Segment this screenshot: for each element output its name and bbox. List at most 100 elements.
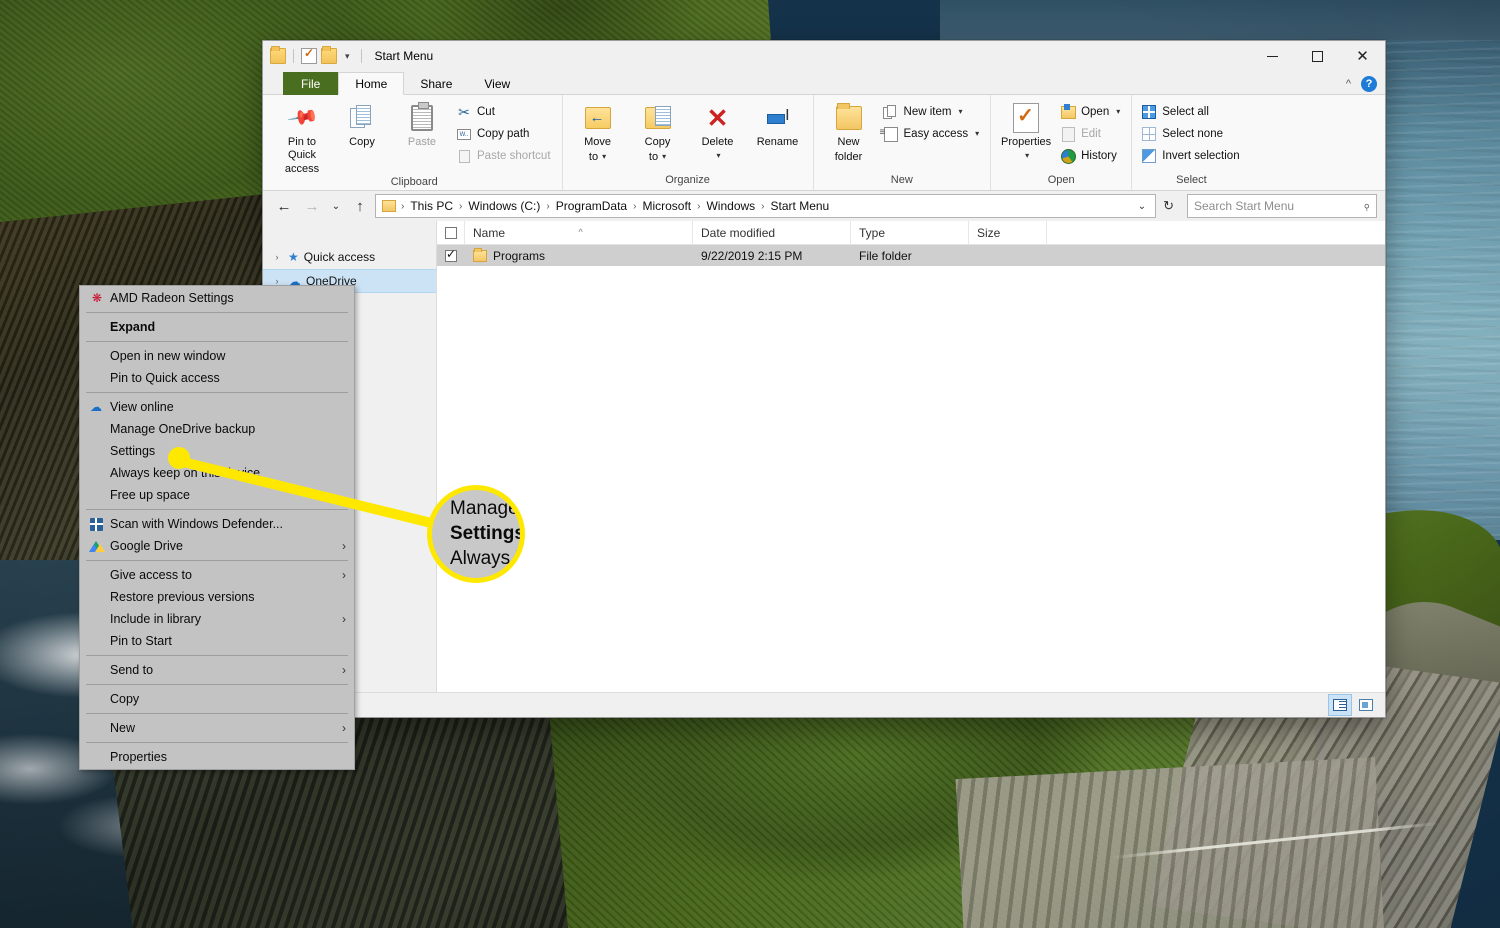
details-view-button[interactable] [1328,694,1352,716]
column-header-type[interactable]: Type [851,220,969,245]
tab-share[interactable]: Share [404,72,468,95]
chevron-right-icon[interactable]: › [271,252,283,262]
collapse-ribbon-icon[interactable]: ^ [1346,78,1351,90]
context-menu-item-new[interactable]: New › [80,717,354,739]
breadcrumb[interactable]: › This PC › Windows (C:) › ProgramData ›… [375,194,1157,218]
select-all-button[interactable]: Select all [1138,102,1244,122]
properties-label: Properties [1001,136,1052,148]
edit-button[interactable]: Edit [1057,124,1125,144]
breadcrumb-item-windows[interactable]: Windows [701,196,760,216]
context-menu-item-settings[interactable]: Settings [80,440,354,462]
chevron-down-icon[interactable]: ▾ [958,107,962,117]
pin-to-quick-access-button[interactable]: 📌 Pin to Quick access [273,98,331,176]
sidebar-item-quick-access[interactable]: › ★ Quick access [263,245,436,269]
move-to-button[interactable]: Move to ▾ [569,98,627,163]
new-item-button[interactable]: New item ▾ [880,102,985,122]
folder-icon[interactable] [270,46,286,64]
tab-file[interactable]: File [283,72,339,95]
tab-view[interactable]: View [468,72,526,95]
table-row[interactable]: Programs 9/22/2019 2:15 PM File folder [437,245,1385,266]
column-header-name[interactable]: Name ^ [465,220,693,245]
select-none-label: Select none [1162,127,1223,140]
ribbon-group-new: New folder New item ▾ Easy access ▾ [814,95,992,190]
properties-button[interactable]: Properties ▾ [997,98,1055,160]
context-menu-item-pin-to-quick-access[interactable]: Pin to Quick access [80,367,354,389]
context-menu-item-send-to[interactable]: Send to › [80,659,354,681]
context-menu-item-scan-with-windows-defender[interactable]: Scan with Windows Defender... [80,513,354,535]
google-drive-icon [86,540,106,552]
divider [293,49,294,63]
large-icons-view-button[interactable] [1355,695,1377,715]
paste-button[interactable]: Paste [393,98,451,149]
context-menu-item-amd-radeon-settings[interactable]: ❋ AMD Radeon Settings [80,287,354,309]
chevron-down-icon[interactable]: ▾ [1116,107,1120,117]
context-menu-item-properties[interactable]: Properties [80,746,354,768]
menu-item-label: Open in new window [110,349,226,363]
select-none-button[interactable]: Select none [1138,124,1244,144]
row-checkbox[interactable] [437,244,465,268]
help-icon[interactable]: ? [1361,76,1377,92]
context-menu-item-give-access-to[interactable]: Give access to › [80,564,354,586]
invert-selection-label: Invert selection [1162,149,1240,162]
history-button[interactable]: History [1057,146,1125,166]
chevron-down-icon[interactable]: ⌄ [1132,201,1152,212]
maximize-button[interactable] [1295,41,1340,71]
chevron-down-icon[interactable]: ▾ [975,129,979,139]
minimize-button[interactable] [1250,41,1295,71]
context-menu-item-view-online[interactable]: ☁ View online [80,396,354,418]
chevron-down-icon[interactable]: ▾ [1025,151,1029,160]
breadcrumb-item-start-menu[interactable]: Start Menu [766,196,835,216]
delete-button[interactable]: ✕ Delete ▾ [689,98,747,160]
new-folder-icon[interactable] [321,46,337,64]
column-header-date-modified[interactable]: Date modified [693,220,851,245]
chevron-down-icon[interactable]: ▾ [602,152,606,161]
rename-button[interactable]: Rename [749,98,807,149]
maximize-icon [1312,50,1323,62]
new-folder-button[interactable]: New folder [820,98,878,163]
delete-x-icon: ✕ [706,103,729,133]
breadcrumb-item-programdata[interactable]: ProgramData [551,196,632,216]
easy-access-button[interactable]: Easy access ▾ [880,124,985,144]
breadcrumb-item-microsoft[interactable]: Microsoft [637,196,696,216]
context-menu-item-open-in-new-window[interactable]: Open in new window [80,345,354,367]
context-menu-item-expand[interactable]: Expand [80,316,354,338]
tab-home[interactable]: Home [338,72,405,95]
menu-item-label: Always keep on this device [110,466,261,480]
cut-button[interactable]: ✂ Cut [453,102,556,122]
context-menu-item-restore-previous-versions[interactable]: Restore previous versions [80,586,354,608]
copy-button[interactable]: Copy [333,98,391,149]
context-menu-item-copy[interactable]: Copy [80,688,354,710]
recent-locations-button[interactable]: ⌄ [327,194,345,218]
breadcrumb-item-windows-c[interactable]: Windows (C:) [463,196,545,216]
paste-shortcut-button[interactable]: Paste shortcut [453,146,556,166]
column-header-size[interactable]: Size [969,220,1047,245]
copy-path-icon: W.. [456,126,472,142]
breadcrumb-item-this-pc[interactable]: This PC [405,196,458,216]
forward-button[interactable]: → [299,194,325,218]
context-menu-item-manage-onedrive-backup[interactable]: Manage OneDrive backup [80,418,354,440]
search-input[interactable]: Search Start Menu ⌕ [1187,194,1377,218]
context-menu-item-always-keep-on-this-device[interactable]: Always keep on this device [80,462,354,484]
close-button[interactable]: ✕ [1340,41,1385,71]
folder-icon [473,247,487,262]
context-menu-item-include-in-library[interactable]: Include in library › [80,608,354,630]
menu-item-label: Restore previous versions [110,590,255,604]
back-button[interactable]: ← [271,194,297,218]
up-button[interactable]: ↑ [347,194,373,218]
invert-selection-button[interactable]: Invert selection [1138,146,1244,166]
refresh-icon[interactable]: ↻ [1158,198,1179,214]
context-menu-item-google-drive[interactable]: Google Drive › [80,535,354,557]
open-button[interactable]: Open ▾ [1057,102,1125,122]
properties-check-icon[interactable] [301,46,317,64]
copy-path-button[interactable]: W.. Copy path [453,124,556,144]
chevron-down-icon[interactable]: ▾ [717,151,721,160]
chevron-down-icon[interactable]: ▾ [662,152,666,161]
context-menu-item-free-up-space[interactable]: Free up space [80,484,354,506]
folder-icon [382,200,396,212]
chevron-down-icon[interactable]: ▾ [341,51,354,61]
open-label: Open [1081,105,1110,118]
context-menu-item-pin-to-start[interactable]: Pin to Start [80,630,354,652]
select-all-checkbox[interactable] [437,220,465,245]
copy-to-button[interactable]: Copy to ▾ [629,98,687,163]
star-icon: ★ [288,250,299,264]
